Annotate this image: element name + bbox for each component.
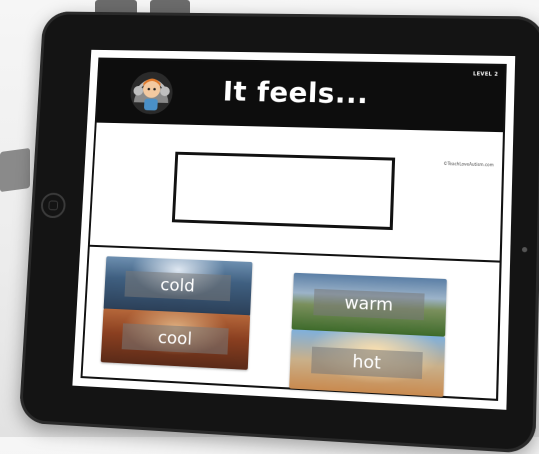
choice-label: cold	[124, 270, 232, 302]
tablet-screen: It feels... LEVEL 2 ©TeachLoveAutism.com…	[72, 49, 516, 410]
tablet-device: It feels... LEVEL 2 ©TeachLoveAutism.com…	[18, 11, 539, 454]
activity-card: It feels... LEVEL 2 ©TeachLoveAutism.com…	[80, 57, 507, 401]
choice-card-hot[interactable]: hot	[289, 329, 446, 397]
choice-label: hot	[311, 346, 423, 380]
answer-drop-zone[interactable]	[171, 151, 396, 231]
choice-label: cool	[121, 323, 229, 355]
child-with-headphones-icon	[129, 71, 174, 115]
choice-card-cold[interactable]: cold	[103, 256, 253, 317]
camera-icon	[521, 246, 528, 253]
choice-card-cool[interactable]: cool	[100, 308, 251, 370]
page-title: It feels...	[222, 74, 370, 111]
background-object	[0, 147, 30, 193]
copyright-text: ©TeachLoveAutism.com	[443, 160, 494, 168]
activity-header: It feels... LEVEL 2	[96, 59, 505, 133]
choice-label: warm	[313, 288, 425, 321]
level-badge: LEVEL 2	[472, 71, 499, 78]
choice-card-warm[interactable]: warm	[291, 272, 447, 337]
home-button-icon[interactable]	[40, 192, 67, 219]
